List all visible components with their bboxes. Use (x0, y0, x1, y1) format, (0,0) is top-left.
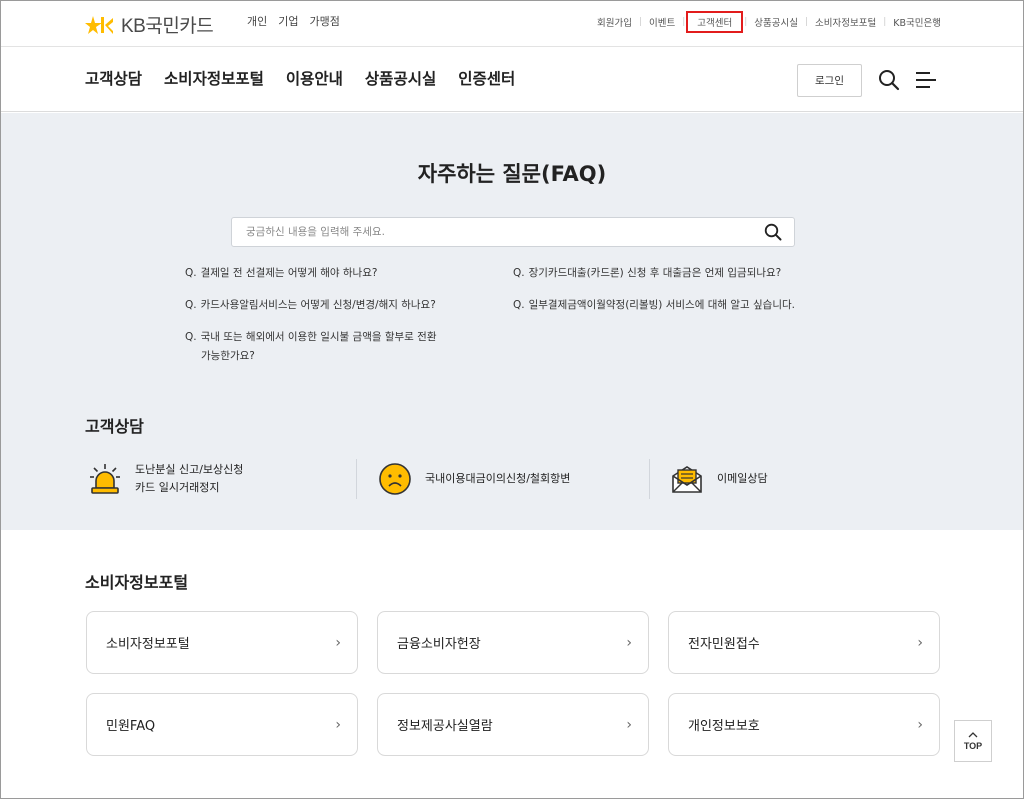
portal-card-label: 민원FAQ (106, 719, 156, 734)
consult-item-email[interactable]: 이메일상담 (669, 459, 768, 499)
scroll-top-label: TOP (963, 740, 983, 751)
chevron-right-icon: › (335, 634, 341, 651)
consult-item-line1: 도난분실 신고/보상신청 (135, 463, 244, 476)
faq-question-text: 카드사용알림서비스는 어떻게 신청/변경/해지 하나요? (200, 299, 436, 311)
main-navigation: 고객상담 소비자정보포털 이용안내 상품공시실 인증센터 로그인 (1, 48, 1023, 112)
tab-corporate[interactable]: 기업 (278, 13, 298, 29)
gnb-item-usage-guide[interactable]: 이용안내 (286, 67, 343, 89)
top-utility-bar: KB국민카드 개인 기업 가맹점 회원가입 | 이벤트 | 고객센터 | 상품공… (1, 1, 1023, 47)
util-separator: | (682, 17, 686, 27)
chevron-right-icon: › (626, 716, 632, 733)
portal-card-info-disclosure[interactable]: 정보제공사실열람 › (377, 693, 649, 756)
faq-section: 자주하는 질문(FAQ) Q.결제일 전 선결제는 어떻게 해야 하나요? Q.… (1, 113, 1023, 530)
gnb-item-auth-center[interactable]: 인증센터 (458, 67, 515, 89)
faq-question-text: 국내 또는 해외에서 이용한 일시불 금액을 할부로 전환 (200, 331, 437, 343)
faq-question-4[interactable]: Q. 일부결제금액이월약정(리볼빙) 서비스에 대해 알고 싶습니다. (513, 296, 795, 315)
portal-card-consumer-charter[interactable]: 금융소비자헌장 › (377, 611, 649, 674)
siren-icon (87, 461, 123, 497)
chevron-right-icon: › (335, 716, 341, 733)
faq-question-2[interactable]: Q. 장기카드대출(카드론) 신청 후 대출금은 언제 입금되나요? (513, 264, 781, 283)
faq-question-text: 일부결제금액이월약정(리볼빙) 서비스에 대해 알고 싶습니다. (528, 299, 795, 311)
faq-question-text: 결제일 전 선결제는 어떻게 해야 하나요? (200, 267, 378, 279)
gnb-item-product-disclosure[interactable]: 상품공시실 (365, 67, 436, 89)
util-link-signup[interactable]: 회원가입 (590, 15, 639, 29)
consult-item-text: 도난분실 신고/보상신청 카드 일시거래정지 (135, 461, 243, 497)
util-link-event[interactable]: 이벤트 (642, 15, 682, 29)
utility-links: 회원가입 | 이벤트 | 고객센터 | 상품공시실 | 소비자정보포털 | KB… (590, 11, 941, 33)
divider (356, 459, 357, 499)
faq-question-text-cont: 가능한가요? (201, 350, 255, 362)
tab-merchant[interactable]: 가맹점 (310, 13, 340, 29)
util-link-customer-center[interactable]: 고객센터 (686, 11, 744, 33)
util-link-consumer-portal[interactable]: 소비자정보포털 (808, 15, 883, 29)
chevron-right-icon: › (917, 716, 923, 733)
chevron-up-icon (968, 731, 978, 737)
chevron-right-icon: › (626, 634, 632, 651)
consult-item-text: 국내이용대금이의신청/철회항변 (425, 472, 571, 485)
chevron-right-icon: › (917, 634, 923, 651)
email-icon (669, 461, 705, 497)
search-icon[interactable] (878, 69, 900, 91)
kb-star-logo-icon (85, 15, 113, 34)
util-link-kb-bank[interactable]: KB국민은행 (886, 15, 941, 29)
faq-question-1[interactable]: Q. 결제일 전 선결제는 어떻게 해야 하나요? (185, 264, 377, 283)
consult-item-lost-theft[interactable]: 도난분실 신고/보상신청 카드 일시거래정지 (87, 459, 243, 499)
portal-card-complaint-faq[interactable]: 민원FAQ › (86, 693, 358, 756)
sad-face-icon (377, 461, 413, 497)
q-prefix: Q. (513, 267, 525, 279)
faq-question-5[interactable]: Q. 국내 또는 해외에서 이용한 일시불 금액을 할부로 전환 가능한가요? (185, 328, 485, 366)
faq-search-input[interactable] (232, 218, 752, 246)
tab-personal[interactable]: 개인 (247, 13, 267, 29)
gnb-item-consult[interactable]: 고객상담 (85, 67, 142, 89)
portal-title: 소비자정보포털 (85, 573, 189, 592)
scroll-top-button[interactable]: TOP (954, 720, 992, 762)
q-prefix: Q. (513, 299, 525, 311)
util-link-product-disclosure[interactable]: 상품공시실 (747, 15, 805, 29)
kb-card-logo[interactable]: KB국민카드 (85, 11, 214, 38)
consult-item-text: 이메일상담 (717, 472, 768, 485)
consult-title: 고객상담 (85, 417, 144, 436)
faq-title: 자주하는 질문(FAQ) (417, 162, 607, 186)
business-tabs: 개인 기업 가맹점 (247, 13, 340, 29)
portal-card-label: 전자민원접수 (688, 637, 760, 652)
login-button[interactable]: 로그인 (797, 64, 862, 97)
q-prefix: Q. (185, 267, 197, 279)
hamburger-icon[interactable] (915, 70, 937, 90)
portal-card-privacy[interactable]: 개인정보보호 › (668, 693, 940, 756)
q-prefix: Q. (185, 299, 197, 311)
portal-card-label: 소비자정보포털 (106, 637, 190, 652)
portal-card-e-complaint[interactable]: 전자민원접수 › (668, 611, 940, 674)
portal-card-label: 금융소비자헌장 (397, 637, 481, 652)
faq-question-text: 장기카드대출(카드론) 신청 후 대출금은 언제 입금되나요? (528, 267, 782, 279)
search-icon[interactable] (764, 223, 782, 241)
faq-question-3[interactable]: Q. 카드사용알림서비스는 어떻게 신청/변경/해지 하나요? (185, 296, 436, 315)
faq-search-box (231, 217, 795, 247)
divider (649, 459, 650, 499)
portal-card-label: 개인정보보호 (688, 719, 760, 734)
gnb-item-consumer-portal[interactable]: 소비자정보포털 (164, 67, 264, 89)
q-prefix: Q. (185, 331, 197, 343)
consult-item-line2: 카드 일시거래정지 (135, 481, 220, 494)
consult-item-dispute[interactable]: 국내이용대금이의신청/철회항변 (377, 459, 570, 499)
gnb-menu: 고객상담 소비자정보포털 이용안내 상품공시실 인증센터 (85, 67, 515, 89)
portal-card-consumer-portal[interactable]: 소비자정보포털 › (86, 611, 358, 674)
portal-card-label: 정보제공사실열람 (397, 719, 493, 734)
logo-text: KB국민카드 (121, 16, 214, 37)
